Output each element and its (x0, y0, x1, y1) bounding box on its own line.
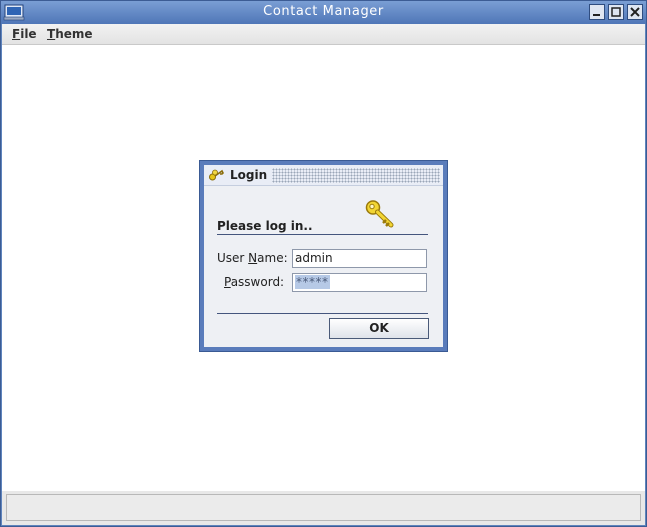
key-icon (365, 200, 394, 228)
password-value: ***** (295, 275, 330, 289)
window-title: Contact Manager (263, 4, 384, 19)
menu-bar: File Theme (2, 24, 645, 45)
login-header: Please log in.. (217, 219, 313, 233)
username-input[interactable]: admin (292, 249, 427, 268)
username-label: User Name: (217, 251, 288, 265)
username-label-post: ame: (257, 251, 288, 265)
menu-file-mnemonic: F (12, 27, 21, 41)
menu-theme-label: heme (55, 27, 93, 41)
close-button[interactable] (627, 4, 643, 20)
username-label-mnemonic: N (248, 251, 258, 265)
maximize-button[interactable] (608, 4, 624, 20)
menu-file[interactable]: File (12, 27, 37, 41)
login-dialog: Login Please log in.. User Name: admin P… (199, 160, 448, 352)
title-bar[interactable]: Contact Manager (1, 1, 646, 24)
keys-icon (209, 169, 224, 181)
status-field (6, 494, 641, 521)
header-separator (217, 234, 428, 235)
login-dialog-body: Login Please log in.. User Name: admin P… (204, 165, 443, 347)
password-label-post: assword: (230, 275, 285, 289)
password-label-mnemonic: P (224, 275, 231, 289)
footer-separator (217, 313, 428, 314)
minimize-button[interactable] (589, 4, 605, 20)
ok-button[interactable]: OK (329, 318, 429, 339)
login-dialog-title: Login (230, 168, 268, 182)
password-input[interactable]: ***** (292, 273, 427, 292)
close-icon (630, 7, 640, 17)
username-label-pre: User (217, 251, 249, 265)
login-dialog-title-bar[interactable]: Login (204, 165, 443, 186)
password-label: Password: (224, 275, 284, 289)
minimize-icon (593, 14, 600, 16)
window-controls (589, 4, 643, 20)
menu-theme-mnemonic: T (47, 27, 56, 41)
application-window: Contact Manager File Theme Login Please … (0, 0, 647, 527)
status-bar (2, 491, 645, 525)
menu-theme[interactable]: Theme (47, 27, 93, 41)
title-bar-grip (272, 168, 440, 183)
menu-file-label: ile (20, 27, 37, 41)
maximize-icon (611, 7, 621, 17)
